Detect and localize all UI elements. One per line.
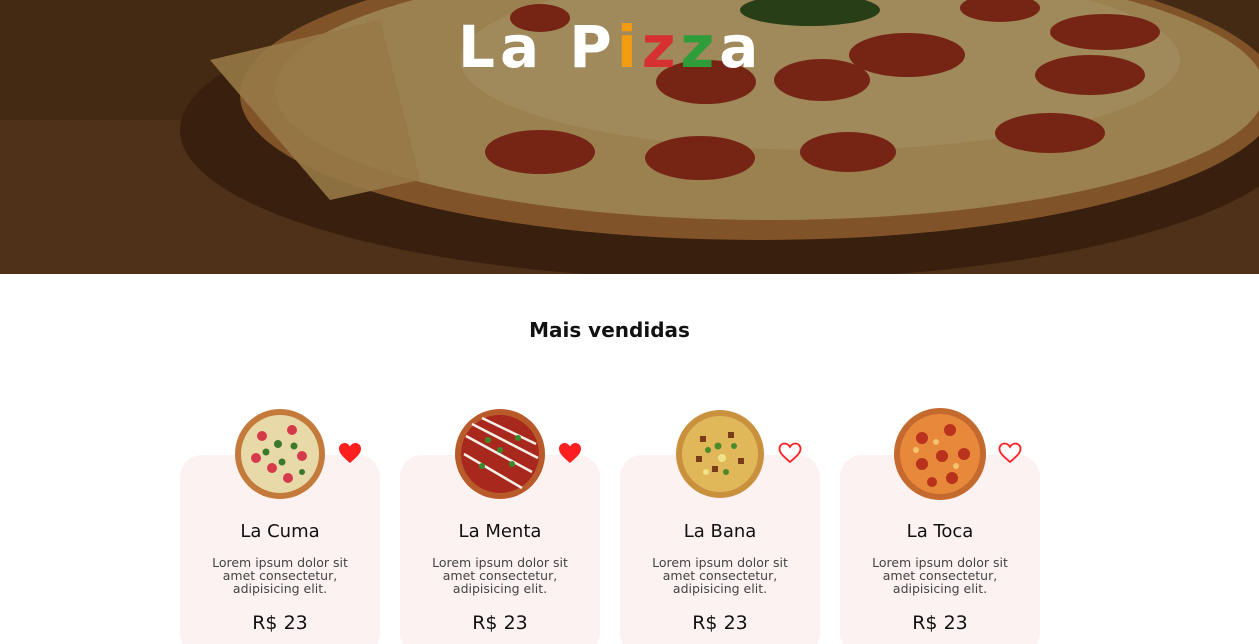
product-name: La Toca bbox=[906, 521, 974, 542]
heart-filled-icon[interactable] bbox=[338, 442, 362, 464]
product-name: La Bana bbox=[683, 521, 757, 542]
brand-letter-i: i bbox=[616, 13, 642, 81]
brand-letter-z1: z bbox=[641, 13, 681, 81]
product-description: Lorem ipsum dolor sit amet consectetur, … bbox=[872, 555, 1008, 596]
product-price: R$ 23 bbox=[252, 612, 308, 634]
product-price: R$ 23 bbox=[912, 612, 968, 634]
hero-banner: La Pizza bbox=[0, 0, 1259, 274]
product-description: Lorem ipsum dolor sit amet consectetur, … bbox=[432, 555, 568, 596]
brand-letter-z2: z bbox=[680, 13, 720, 81]
brand-logo: La Pizza bbox=[458, 12, 763, 82]
pizza-image bbox=[235, 409, 325, 499]
brand-letters: La P bbox=[458, 13, 617, 81]
pizza-image bbox=[894, 408, 986, 500]
heart-filled-icon[interactable] bbox=[558, 442, 582, 464]
heart-outline-icon[interactable] bbox=[998, 442, 1022, 464]
heart-outline-icon[interactable] bbox=[778, 442, 802, 464]
product-price: R$ 23 bbox=[472, 612, 528, 634]
product-name: La Menta bbox=[458, 521, 542, 542]
product-name: La Cuma bbox=[240, 521, 320, 542]
product-price: R$ 23 bbox=[692, 612, 748, 634]
pizza-image bbox=[455, 409, 545, 499]
pizza-image bbox=[676, 410, 764, 498]
product-description: Lorem ipsum dolor sit amet consectetur, … bbox=[652, 555, 788, 596]
section-title: Mais vendidas bbox=[529, 318, 690, 342]
brand-letter-a: a bbox=[719, 13, 764, 81]
product-description: Lorem ipsum dolor sit amet consectetur, … bbox=[212, 555, 348, 596]
